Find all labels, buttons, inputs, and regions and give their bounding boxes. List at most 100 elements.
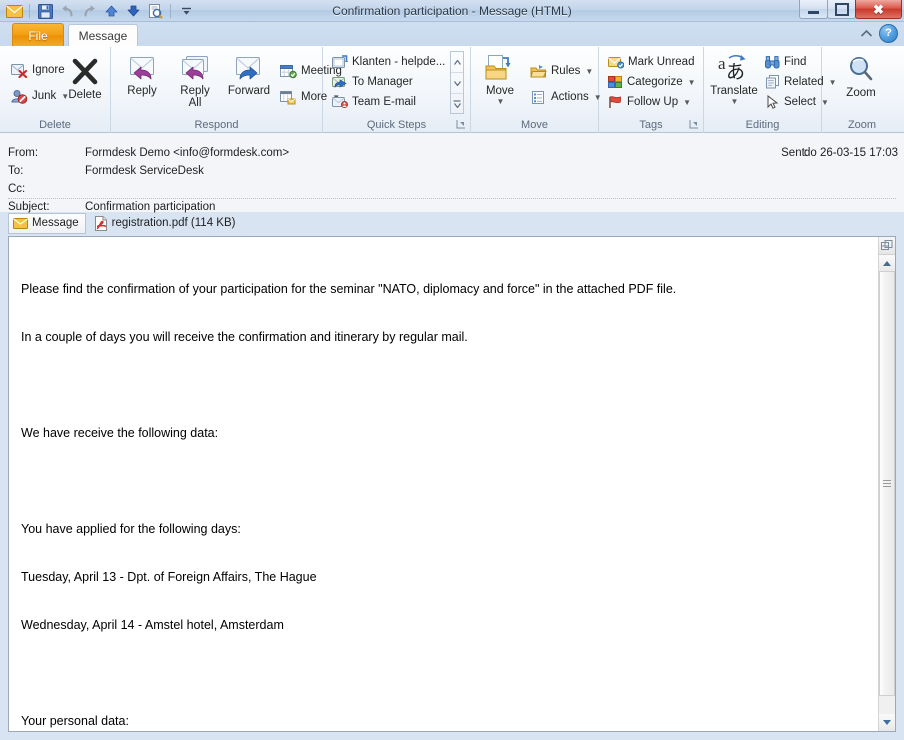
quick-steps-gallery-scroller [450, 51, 464, 114]
ribbon-group-delete-body: Ignore Junk ▼ Delete [0, 47, 110, 118]
actions-button[interactable]: Actions ▼ [527, 87, 605, 107]
ribbon-group-tags-body: Mark Unread Categorize ▼ Follow Up ▼ [599, 47, 703, 118]
quick-steps-more-icon[interactable] [451, 94, 463, 114]
reply-button[interactable]: Reply [117, 51, 167, 97]
chevron-down-icon: ▼ [730, 97, 739, 106]
mark-unread-icon [608, 55, 625, 69]
help-icon[interactable]: ? [879, 24, 898, 43]
find-button[interactable]: Find [762, 52, 809, 72]
ribbon-group-quick-steps: Klanten - helpde... To Manager Team E-ma… [323, 47, 471, 133]
tags-dialog-launcher[interactable] [688, 119, 699, 130]
body-day-2: Wednesday, April 14 - Amstel hotel, Amst… [21, 618, 284, 632]
translate-label: Translate [710, 85, 758, 97]
window-controls: ✖ [799, 0, 902, 19]
more-icon [280, 90, 297, 105]
ignore-button[interactable]: Ignore [8, 60, 68, 80]
meeting-icon [280, 64, 297, 79]
split-pane-button[interactable] [879, 237, 895, 255]
ribbon: Ignore Junk ▼ Delete Delete Reply Reply … [0, 46, 904, 133]
forward-button[interactable]: Forward [223, 51, 275, 97]
team-email-icon [332, 95, 348, 109]
from-label: From: [8, 147, 39, 159]
tab-message[interactable]: Message [68, 24, 138, 47]
mark-unread-button[interactable]: Mark Unread [605, 52, 697, 72]
scrollbar-grip-icon [883, 480, 891, 487]
body-vertical-scrollbar[interactable] [878, 237, 895, 731]
ribbon-group-zoom: Zoom Zoom [822, 47, 902, 133]
from-value[interactable]: Formdesk Demo <info@formdesk.com> [85, 147, 289, 159]
chevron-down-icon: ▼ [496, 97, 505, 106]
quick-steps-scroll-down[interactable] [451, 73, 463, 94]
follow-up-button[interactable]: Follow Up ▼ [605, 92, 694, 112]
svg-text:あ: あ [726, 62, 745, 83]
follow-up-label: Follow Up [627, 96, 679, 108]
reply-icon [126, 55, 158, 83]
zoom-label: Zoom [846, 87, 876, 99]
related-label: Related [784, 76, 824, 88]
delete-x-icon [70, 57, 100, 87]
attachment-item[interactable]: registration.pdf (114 KB) [94, 215, 235, 231]
ribbon-group-move-label: Move [521, 119, 548, 131]
quick-steps-dialog-launcher[interactable] [455, 119, 466, 130]
body-line-2: In a couple of days you will receive the… [21, 330, 468, 344]
reply-all-button[interactable]: Reply All [169, 51, 221, 109]
minimize-button[interactable] [799, 0, 828, 19]
body-line-1: Please find the confirmation of your par… [21, 282, 677, 296]
scroll-up-button[interactable] [879, 255, 895, 272]
quick-step-team-email[interactable]: Team E-mail [329, 92, 451, 112]
quick-step-to-manager[interactable]: To Manager [329, 72, 451, 92]
header-separator [8, 198, 896, 199]
zoom-button[interactable]: Zoom [836, 51, 886, 99]
translate-button[interactable]: a あ Translate ▼ [708, 49, 760, 106]
quick-step-team-email-label: Team E-mail [352, 96, 416, 108]
to-label: To: [8, 165, 24, 177]
ribbon-group-zoom-body: Zoom [822, 47, 902, 118]
junk-icon [11, 89, 28, 104]
ribbon-help-area: ? [859, 24, 898, 43]
ribbon-group-quick-steps-label: Quick Steps [323, 118, 470, 133]
envelope-icon [13, 217, 28, 229]
related-icon [765, 75, 780, 89]
ignore-icon [11, 63, 28, 78]
ribbon-group-respond: Reply Reply All Forward Meeting More Res… [111, 47, 342, 133]
sent-value: do 26-03-15 17:03 [804, 147, 898, 159]
outlook-message-window: Confirmation participation - Message (HT… [0, 0, 904, 740]
move-button[interactable]: Move ▼ [477, 51, 523, 106]
categorize-button[interactable]: Categorize ▼ [605, 72, 699, 92]
flag-icon [608, 95, 623, 109]
body-day-1: Tuesday, April 13 - Dpt. of Foreign Affa… [21, 570, 317, 584]
tab-file[interactable]: File [12, 23, 64, 47]
close-button[interactable]: ✖ [855, 0, 902, 19]
quick-step-klanten-helpdesk[interactable]: Klanten - helpde... [329, 52, 451, 72]
ribbon-group-quick-steps-body: Klanten - helpde... To Manager Team E-ma… [323, 47, 470, 118]
reply-label: Reply [127, 85, 157, 97]
delete-button[interactable]: Delete [62, 53, 108, 101]
triangle-up-icon [883, 261, 891, 266]
to-manager-icon [332, 75, 348, 89]
quick-step-folder-icon [332, 55, 348, 69]
message-tab-button[interactable]: Message [8, 212, 86, 234]
to-value[interactable]: Formdesk ServiceDesk [85, 165, 204, 177]
delete-label: Delete [68, 89, 102, 101]
maximize-button[interactable] [827, 0, 856, 19]
triangle-down-icon [883, 720, 891, 725]
close-icon: ✖ [873, 1, 884, 17]
scrollbar-thumb[interactable] [879, 271, 895, 696]
ribbon-group-tags: Mark Unread Categorize ▼ Follow Up ▼ Tag… [599, 47, 704, 133]
ribbon-group-editing-body: a あ Translate ▼ Find Related ▼ Select ▼ [704, 47, 837, 118]
ribbon-group-tags-label: Tags [599, 118, 703, 133]
window-title: Confirmation participation - Message (HT… [332, 4, 572, 18]
rules-button[interactable]: Rules ▼ [527, 61, 596, 81]
body-blank-3 [21, 665, 865, 681]
select-label: Select [784, 96, 816, 108]
move-folder-icon [484, 55, 516, 83]
pdf-icon [94, 215, 108, 231]
ribbon-group-editing: a あ Translate ▼ Find Related ▼ Select ▼ … [704, 47, 837, 133]
minimize-icon [808, 10, 819, 14]
quick-steps-scroll-up[interactable] [451, 52, 463, 73]
message-attachment-row: Message registration.pdf (114 KB) [8, 212, 896, 234]
actions-label: Actions [551, 91, 589, 103]
message-body-pane: Please find the confirmation of your par… [8, 236, 896, 732]
collapse-ribbon-icon[interactable] [859, 27, 873, 41]
scroll-down-button[interactable] [879, 714, 895, 731]
